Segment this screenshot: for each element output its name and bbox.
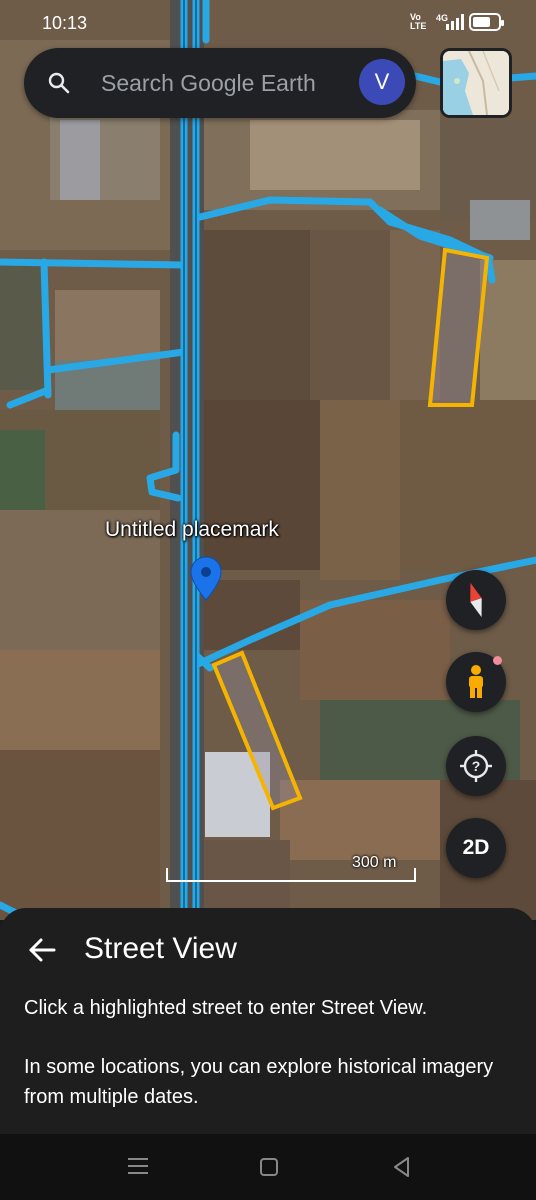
home-icon[interactable] [260,1158,278,1176]
view-mode-2d-button[interactable]: 2D [446,818,506,878]
battery-icon [469,13,504,31]
search-input[interactable]: Search Google Earth [101,70,316,97]
search-icon[interactable] [48,72,70,94]
search-bar[interactable]: Search Google Earth V [24,48,416,118]
locate-help-button[interactable]: ? [446,736,506,796]
map-thumbnail-icon [443,51,509,115]
volte-indicator: Vo LTE [410,13,426,31]
locate-help-icon: ? [460,750,492,782]
back-icon[interactable] [392,1156,412,1178]
menu-icon[interactable] [128,1158,148,1176]
volte-bottom-text: LTE [410,21,427,31]
svg-text:?: ? [472,758,481,774]
pegman-icon [469,665,483,698]
compass-button[interactable] [446,570,506,630]
back-arrow-icon[interactable] [28,938,56,962]
placemark-label[interactable]: Untitled placemark [105,518,279,542]
status-bar: 10:13 Vo LTE 4G [0,0,536,46]
view-mode-label: 2D [462,836,490,859]
avatar-letter: V [374,69,390,94]
panel-title: Street View [84,932,237,965]
signal-icon [446,14,464,30]
placemark-pin-icon[interactable] [189,556,223,602]
street-view-panel: Street View Click a highlighted street t… [0,908,536,1134]
notification-dot [493,656,502,665]
system-nav-bar [0,1134,536,1200]
map-layer-thumbnail-button[interactable] [440,48,512,118]
panel-instruction: Click a highlighted street to enter Stre… [24,997,428,1019]
avatar[interactable]: V [359,59,405,105]
compass-icon [470,582,482,618]
scale-bar [166,868,416,882]
status-time: 10:13 [42,13,88,33]
panel-info: In some locations, you can explore histo… [24,1056,494,1108]
